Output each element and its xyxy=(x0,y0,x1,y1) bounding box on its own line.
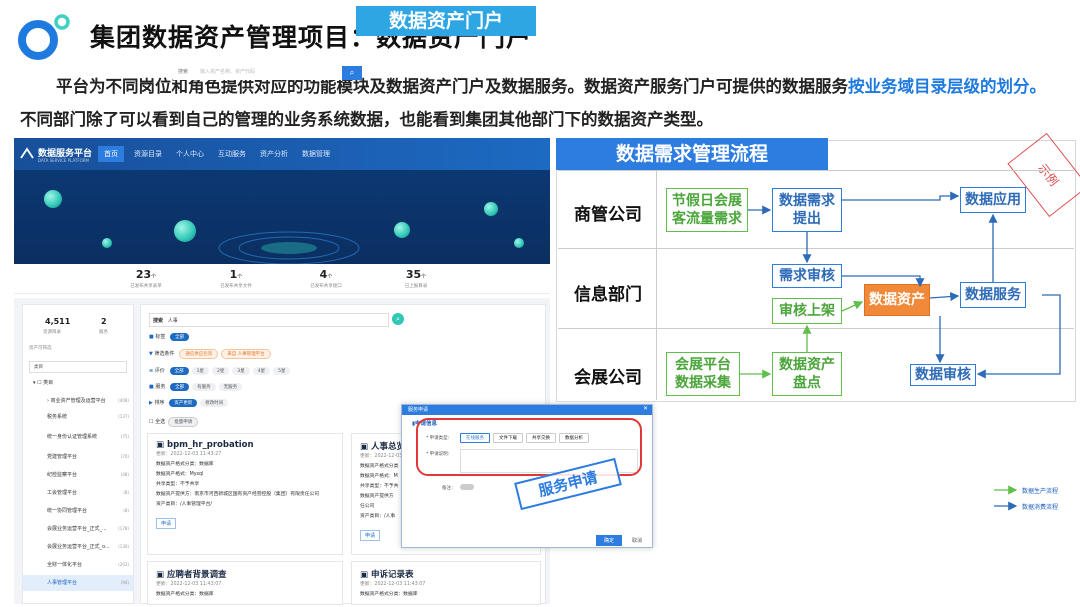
flow-arrows xyxy=(740,191,1061,511)
legend-produce: 数据生产流程 xyxy=(1022,488,1059,495)
legend-consume: 数据消费流程 xyxy=(1022,504,1059,511)
